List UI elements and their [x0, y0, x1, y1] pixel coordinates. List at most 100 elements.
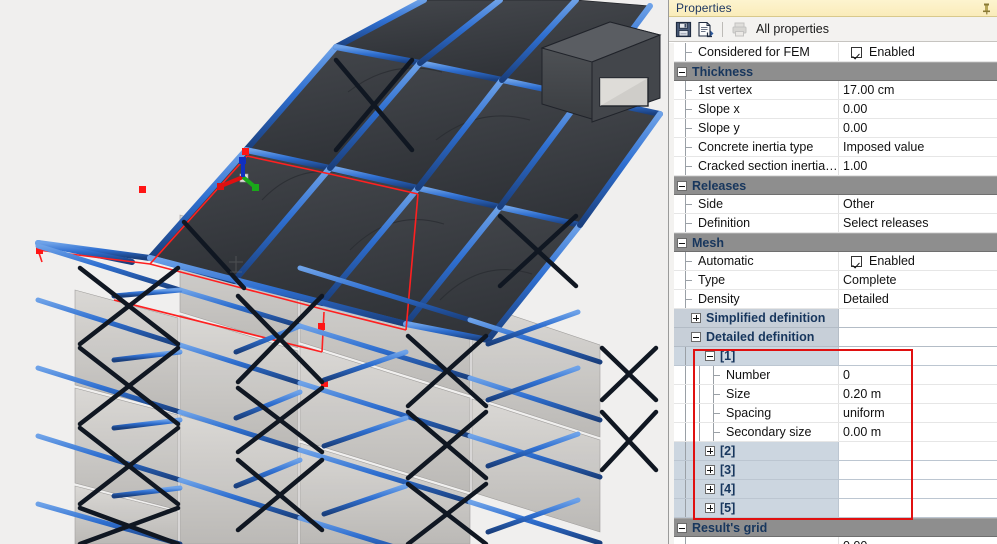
collapse-icon[interactable] [677, 181, 687, 191]
collapse-icon[interactable] [677, 523, 687, 533]
property-row[interactable]: 1st vertex 17.00 cm [674, 81, 997, 100]
property-label: Spacing [726, 406, 772, 420]
property-value-cell[interactable]: Select releases [839, 214, 997, 232]
property-value-cell[interactable]: 0.00 [839, 119, 997, 137]
property-value-cell[interactable] [839, 309, 997, 327]
property-row[interactable]: [3] [674, 461, 997, 480]
property-name-cell: Concrete inertia type [674, 138, 839, 156]
property-label: Releases [692, 178, 747, 193]
expand-icon[interactable] [705, 446, 715, 456]
property-value-cell[interactable]: Complete [839, 271, 997, 289]
properties-panel: Properties All properties Considered for… [668, 0, 997, 544]
property-value-cell[interactable]: Enabled [839, 43, 997, 61]
property-row[interactable]: Secondary size 0.00 m [674, 423, 997, 442]
property-value-cell[interactable] [881, 519, 997, 536]
property-label: Detailed definition [706, 330, 815, 344]
checkbox-checked-icon[interactable] [851, 46, 862, 58]
3d-model-viewport[interactable] [0, 0, 668, 544]
property-value-cell[interactable] [870, 177, 997, 194]
property-label: Secondary size [726, 425, 812, 439]
property-row[interactable]: Density Detailed [674, 290, 997, 309]
property-value-cell[interactable]: 17.00 cm [839, 81, 997, 99]
property-row[interactable]: Considered for FEM Enabled [674, 43, 997, 62]
property-name-cell [674, 537, 839, 544]
property-value-cell[interactable] [839, 461, 997, 479]
property-value: Detailed [843, 292, 889, 306]
property-value-cell[interactable]: 0.00 [839, 537, 997, 544]
expand-icon[interactable] [705, 465, 715, 475]
property-label: Type [698, 273, 726, 287]
property-value: 1.00 [843, 159, 868, 173]
property-row[interactable]: [5] [674, 499, 997, 518]
property-row[interactable]: Number 0 [674, 366, 997, 385]
property-value-cell[interactable] [839, 328, 997, 346]
property-value-cell[interactable]: Imposed value [839, 138, 997, 156]
panel-title: Properties [676, 1, 732, 15]
property-name-cell: Number [674, 366, 839, 384]
collapse-icon[interactable] [677, 238, 687, 248]
property-label: Side [698, 197, 724, 211]
property-value: uniform [843, 406, 885, 420]
property-row[interactable]: Thickness [674, 62, 997, 81]
property-value-cell[interactable]: Enabled [839, 252, 997, 270]
property-value: 0.00 [843, 539, 867, 544]
property-row[interactable]: Detailed definition [674, 328, 997, 347]
property-row[interactable]: Size 0.20 m [674, 385, 997, 404]
property-label: Size [726, 387, 751, 401]
property-value-cell[interactable] [839, 480, 997, 498]
property-value-cell[interactable]: 0.00 [839, 100, 997, 118]
property-value-cell[interactable] [859, 234, 997, 251]
tree-guides [674, 461, 838, 479]
property-value-cell[interactable]: 0 [839, 366, 997, 384]
property-value-cell[interactable]: Detailed [839, 290, 997, 308]
property-row[interactable]: Definition Select releases [674, 214, 997, 233]
property-value-cell[interactable] [839, 347, 997, 365]
property-row[interactable]: Concrete inertia type Imposed value [674, 138, 997, 157]
property-value-cell[interactable] [839, 499, 997, 517]
document-export-icon[interactable] [697, 21, 714, 38]
property-row[interactable]: Releases [674, 176, 997, 195]
property-label: [1] [720, 349, 736, 363]
property-name-cell: Spacing [674, 404, 839, 422]
collapse-icon[interactable] [677, 67, 687, 77]
property-name-cell: Cracked section inertia c... [674, 157, 839, 175]
property-row[interactable]: Result's grid [674, 518, 997, 537]
property-row[interactable]: Automatic Enabled [674, 252, 997, 271]
property-row[interactable]: Mesh [674, 233, 997, 252]
property-row[interactable]: 0.00 [674, 537, 997, 544]
property-value-cell[interactable]: uniform [839, 404, 997, 422]
pushpin-icon[interactable] [980, 2, 993, 15]
property-label: [2] [720, 444, 736, 458]
property-value-cell[interactable]: 0.00 m [839, 423, 997, 441]
property-name-cell: 1st vertex [674, 81, 839, 99]
property-row[interactable]: Side Other [674, 195, 997, 214]
property-row[interactable]: Simplified definition [674, 309, 997, 328]
property-value-cell[interactable]: 1.00 [839, 157, 997, 175]
property-value-cell[interactable]: 0.20 m [839, 385, 997, 403]
expand-icon[interactable] [691, 313, 701, 323]
property-row[interactable]: Cracked section inertia c... 1.00 [674, 157, 997, 176]
property-row[interactable]: Type Complete [674, 271, 997, 290]
property-value: 0 [843, 368, 850, 382]
property-value-cell[interactable] [874, 63, 997, 80]
save-icon[interactable] [675, 21, 692, 38]
property-value-cell[interactable] [839, 442, 997, 460]
expand-icon[interactable] [705, 503, 715, 513]
property-value-cell[interactable]: Other [839, 195, 997, 213]
expand-icon[interactable] [705, 484, 715, 494]
collapse-icon[interactable] [705, 351, 715, 361]
property-value: Imposed value [843, 140, 925, 154]
property-label: Slope x [698, 102, 740, 116]
property-name-cell: Mesh [674, 234, 859, 251]
property-row[interactable]: Slope y 0.00 [674, 119, 997, 138]
property-row[interactable]: Slope x 0.00 [674, 100, 997, 119]
property-row[interactable]: [4] [674, 480, 997, 499]
property-row[interactable]: [2] [674, 442, 997, 461]
checkbox-checked-icon[interactable] [851, 255, 862, 267]
collapse-icon[interactable] [691, 332, 701, 342]
property-row[interactable]: Spacing uniform [674, 404, 997, 423]
properties-grid: Considered for FEM Enabled Thickness 1st ve… [669, 43, 997, 544]
property-row[interactable]: [1] [674, 347, 997, 366]
property-label: Definition [698, 216, 751, 230]
property-label: [3] [720, 463, 736, 477]
